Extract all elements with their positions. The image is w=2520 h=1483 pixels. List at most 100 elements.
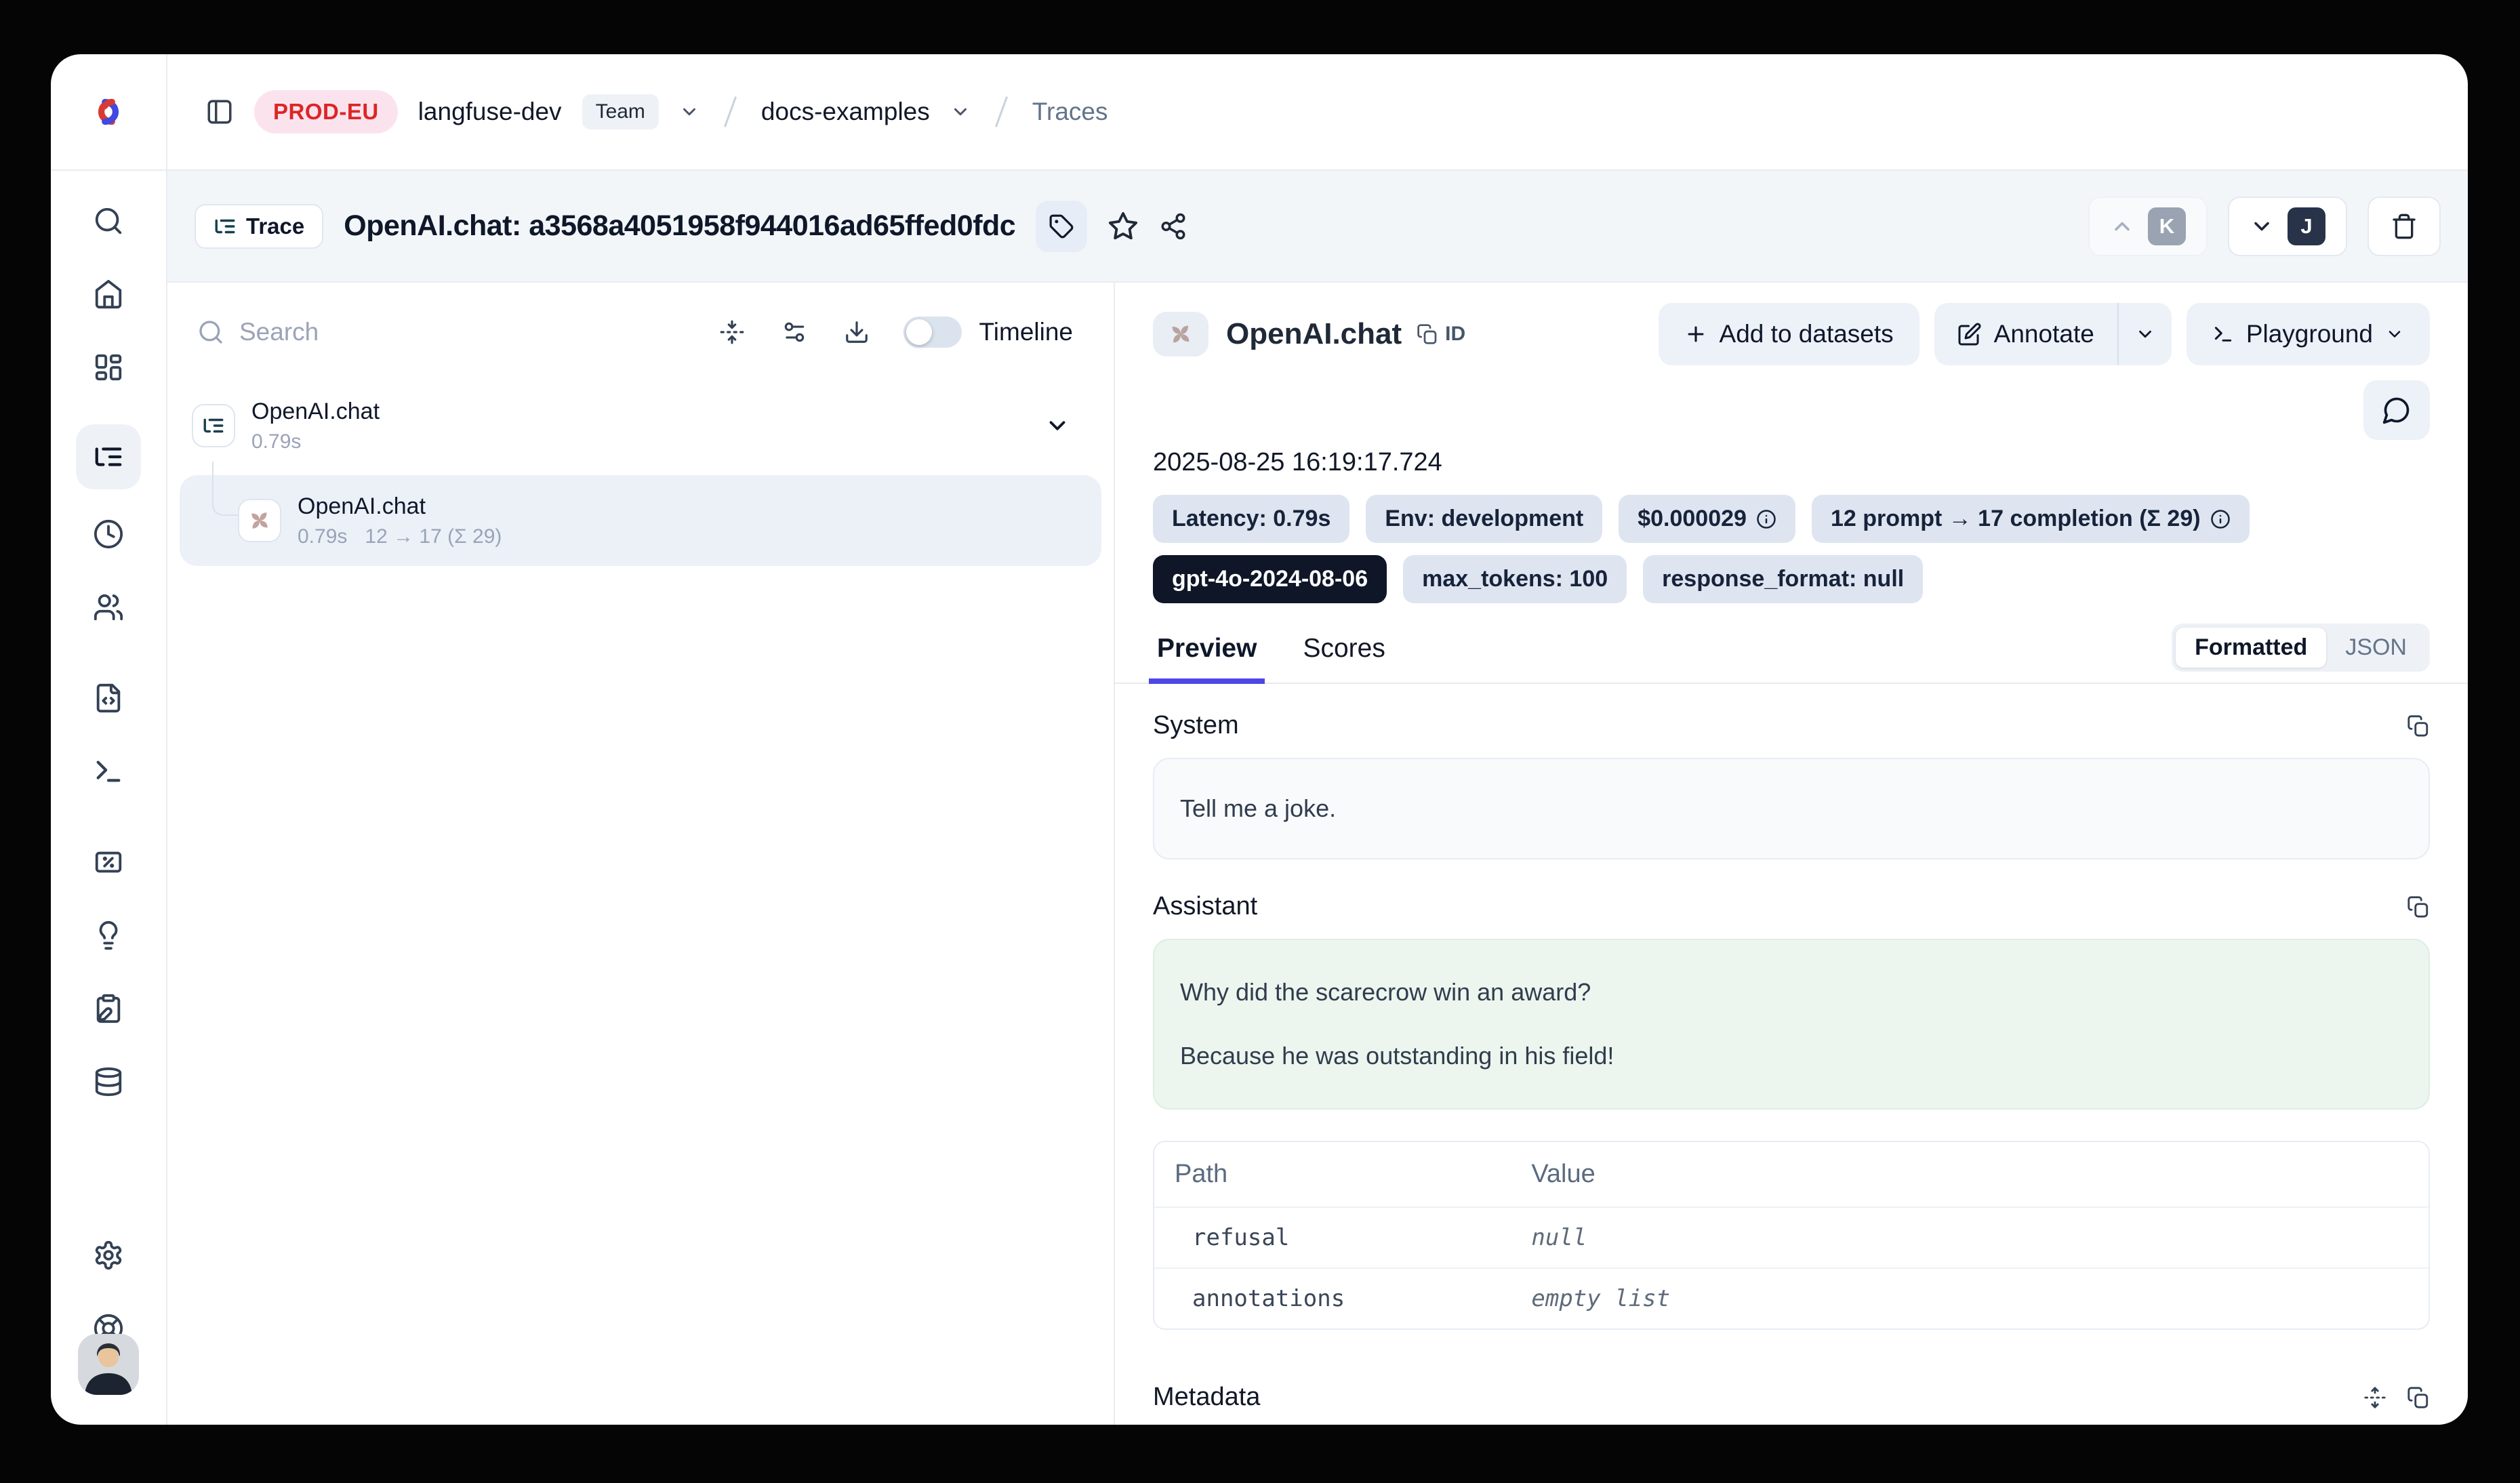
tree-collapse-chevron-icon[interactable] (1044, 413, 1070, 439)
kbd-k: K (2148, 207, 2186, 245)
info-icon (1756, 509, 1776, 529)
annotate-split-button: Annotate (1934, 303, 2172, 365)
system-message-box: Tell me a joke. (1153, 758, 2430, 859)
assistant-message-box: Why did the scarecrow win an award? Beca… (1153, 939, 2430, 1110)
annotate-button[interactable]: Annotate (1934, 303, 2117, 365)
row-value: null (1511, 1208, 2428, 1267)
playground-button[interactable]: Playground (2187, 303, 2430, 365)
metadata-section-label: Metadata (1153, 1383, 1260, 1412)
nav-prompts[interactable] (76, 682, 141, 714)
copy-system-icon[interactable] (2407, 714, 2430, 737)
org-name[interactable]: langfuse-dev (418, 98, 562, 126)
trace-tree-panel: Timeline OpenAI.chat 0.79s (167, 283, 1115, 1425)
nav-datasets[interactable] (76, 1065, 141, 1098)
nav-evaluation[interactable] (76, 846, 141, 878)
nav-dashboards[interactable] (76, 351, 141, 384)
assistant-section-header: Assistant (1153, 892, 2430, 921)
nav-insights[interactable] (76, 919, 141, 952)
breadcrumb-separator (724, 96, 737, 127)
search-icon (197, 319, 224, 346)
bookmark-star-icon[interactable] (1107, 211, 1139, 242)
logo-cell (51, 54, 167, 171)
trace-type-label: Trace (246, 214, 304, 239)
latency-badge: Latency: 0.79s (1153, 495, 1349, 543)
tree-settings-icon[interactable] (781, 319, 807, 345)
tree-root-trace[interactable]: OpenAI.chat 0.79s (167, 382, 1114, 470)
timeline-toggle-label: Timeline (979, 318, 1073, 346)
delete-trace-button[interactable] (2367, 197, 2441, 256)
org-plan-badge: Team (582, 94, 659, 129)
copy-id-chip[interactable]: ID (1417, 323, 1465, 346)
observation-detail-panel: OpenAI.chat ID Add to datasets (1115, 283, 2468, 1425)
download-icon[interactable] (844, 319, 870, 345)
next-trace-button[interactable]: J (2228, 197, 2347, 256)
model-badges-row: gpt-4o-2024-08-06 max_tokens: 100 respon… (1153, 555, 2430, 603)
max-tokens-badge: max_tokens: 100 (1403, 555, 1627, 603)
add-to-datasets-label: Add to datasets (1720, 320, 1894, 348)
col-value: Value (1511, 1142, 2428, 1206)
expand-metadata-icon[interactable] (2363, 1386, 2386, 1409)
tokens-badge-label: 12 prompt → 17 completion (Σ 29) (1831, 506, 2201, 532)
tree-root-name: OpenAI.chat (251, 399, 380, 425)
col-path: Path (1154, 1142, 1511, 1206)
prev-trace-button[interactable]: K (2088, 197, 2208, 256)
tab-preview[interactable]: Preview (1153, 634, 1261, 683)
main-area: Trace OpenAI.chat: a3568a4051958f944016a… (167, 171, 2468, 1425)
nav-settings[interactable] (76, 1239, 141, 1272)
add-to-datasets-button[interactable]: Add to datasets (1659, 303, 1919, 365)
nav-sessions[interactable] (76, 518, 141, 550)
tree-root-duration: 0.79s (251, 430, 301, 453)
copy-metadata-icon[interactable] (2407, 1386, 2430, 1409)
breadcrumb-separator (995, 96, 1008, 127)
playground-label: Playground (2246, 320, 2373, 348)
comments-button[interactable] (2363, 380, 2430, 440)
detail-tabs: Preview Scores Formatted JSON (1115, 624, 2468, 684)
nav-search[interactable] (76, 205, 141, 237)
sidebar-rail (51, 171, 167, 1425)
cost-badge[interactable]: $0.000029 (1619, 495, 1795, 543)
tag-icon[interactable] (1036, 201, 1087, 252)
tree-child-duration: 0.79s (298, 525, 347, 548)
org-switcher-chevron-icon[interactable] (679, 102, 699, 122)
search-input[interactable] (239, 318, 483, 346)
trace-title: OpenAI.chat: a3568a4051958f944016ad65ffe… (344, 209, 1015, 243)
format-json-option[interactable]: JSON (2326, 628, 2426, 668)
nav-home[interactable] (76, 278, 141, 310)
annotate-dropdown-chevron-icon[interactable] (2119, 303, 2172, 365)
assistant-section-label: Assistant (1153, 892, 1257, 921)
metric-badges-row: Latency: 0.79s Env: development $0.00002… (1153, 495, 2430, 543)
breadcrumb-section[interactable]: Traces (1032, 98, 1108, 126)
assistant-line-1: Why did the scarecrow win an award? (1180, 978, 2403, 1007)
nav-playground[interactable] (76, 755, 141, 788)
user-avatar[interactable] (78, 1334, 139, 1395)
annotate-label: Annotate (1994, 320, 2094, 348)
kbd-j: J (2288, 207, 2325, 245)
app-window: PROD-EU langfuse-dev Team docs-examples … (51, 54, 2468, 1425)
trace-timestamp: 2025-08-25 16:19:17.724 (1153, 448, 2430, 477)
sidebar-toggle-icon[interactable] (205, 98, 234, 126)
nav-traces[interactable] (76, 424, 141, 489)
tab-scores[interactable]: Scores (1299, 634, 1389, 683)
row-value: empty list (1511, 1269, 2428, 1328)
model-badge[interactable]: gpt-4o-2024-08-06 (1153, 555, 1387, 603)
collapse-all-icon[interactable] (719, 319, 745, 345)
copy-assistant-icon[interactable] (2407, 895, 2430, 918)
project-name[interactable]: docs-examples (761, 98, 930, 126)
tree-generation-item[interactable]: OpenAI.chat 0.79s 12 → 17 (Σ 29) (180, 475, 1101, 566)
format-formatted-option[interactable]: Formatted (2176, 628, 2326, 668)
row-path: annotations (1154, 1269, 1511, 1328)
openai-node-icon (238, 499, 281, 542)
timeline-toggle[interactable] (903, 317, 962, 348)
tree-controls: Timeline (167, 303, 1114, 361)
tree-connector-line (212, 462, 238, 516)
share-icon[interactable] (1159, 212, 1187, 241)
project-switcher-chevron-icon[interactable] (950, 102, 971, 122)
response-format-badge: response_format: null (1643, 555, 1923, 603)
langfuse-logo-icon[interactable] (89, 96, 128, 127)
tokens-badge[interactable]: 12 prompt → 17 completion (Σ 29) (1812, 495, 2250, 543)
table-row: annotations empty list (1154, 1267, 2428, 1328)
metadata-section-header: Metadata (1153, 1383, 2430, 1412)
nav-annotations[interactable] (76, 992, 141, 1025)
nav-users[interactable] (76, 591, 141, 624)
tree-child-name: OpenAI.chat (298, 493, 502, 520)
